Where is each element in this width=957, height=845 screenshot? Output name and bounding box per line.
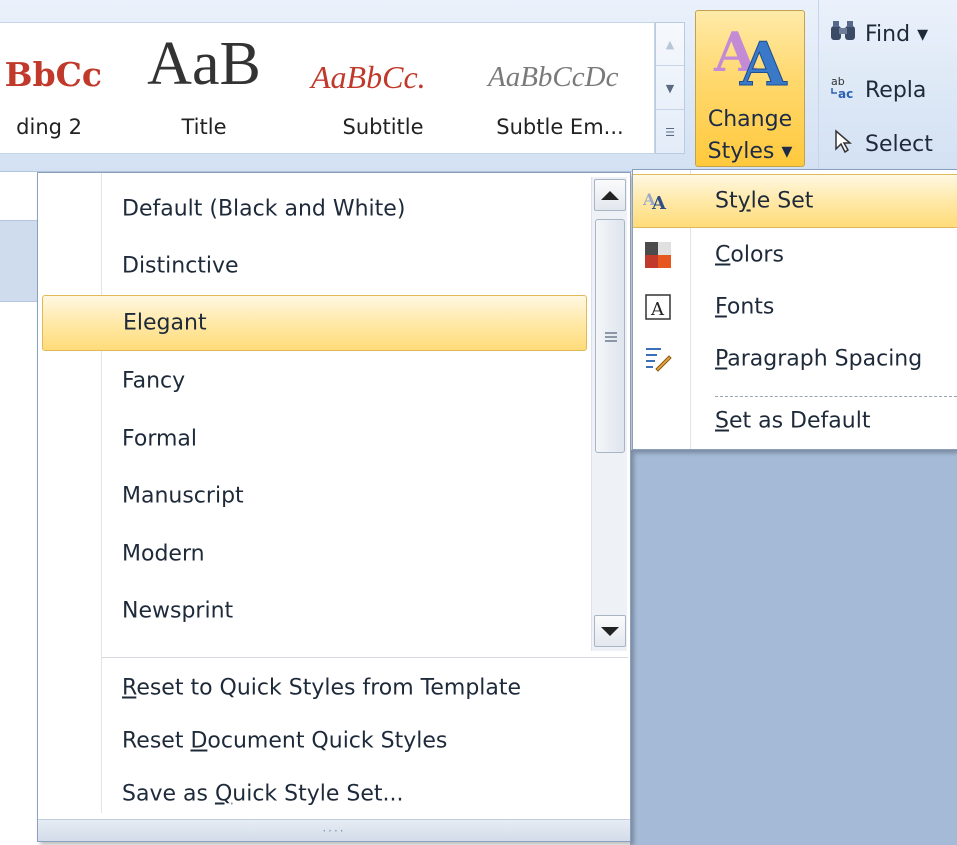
style-set-menu: Default (Black and White) Distinctive El… bbox=[37, 172, 631, 842]
binoculars-icon bbox=[829, 20, 857, 48]
editing-group: Find ▾ ab ac Repla Select bbox=[818, 0, 957, 170]
menu-item-label: Distinctive bbox=[122, 253, 239, 279]
find-button[interactable]: Find ▾ bbox=[829, 14, 928, 54]
change-styles-button[interactable]: A A Change Styles ▾ bbox=[695, 10, 805, 167]
menu-action-label: Save as Quick Style Set... bbox=[122, 781, 404, 807]
select-label: Select bbox=[865, 131, 933, 157]
replace-label: Repla bbox=[865, 77, 927, 103]
menu-item-fancy[interactable]: Fancy bbox=[42, 353, 587, 409]
style-sample: AaB bbox=[147, 30, 261, 98]
menu-action-reset-template[interactable]: Reset to Quick Styles from Template bbox=[42, 663, 627, 713]
cursor-arrow-icon bbox=[829, 129, 857, 159]
menu-item-label: Manuscript bbox=[122, 483, 244, 509]
change-styles-submenu: AA Style Set Colors A Fonts Paragraph Sp… bbox=[632, 169, 957, 450]
submenu-item-set-as-default[interactable]: Set as Default bbox=[633, 394, 957, 448]
chevron-down-icon: ▼ bbox=[665, 81, 675, 95]
change-styles-label-2: Styles ▾ bbox=[707, 139, 793, 164]
menu-item-label: Formal bbox=[122, 426, 198, 452]
menu-item-label: Modern bbox=[122, 541, 205, 567]
submenu-item-paragraph-spacing[interactable]: Paragraph Spacing bbox=[633, 332, 957, 386]
style-caption: Title bbox=[181, 115, 227, 139]
svg-text:A: A bbox=[739, 30, 788, 100]
submenu-item-label: Fonts bbox=[715, 294, 775, 320]
quick-styles-gallery: BbCc ding 2 AaB Title AaBbCc. Subtitle A… bbox=[0, 22, 655, 154]
style-tile-subtitle[interactable]: AaBbCc. Subtitle bbox=[303, 29, 463, 149]
style-caption: ding 2 bbox=[16, 115, 82, 139]
menu-item-elegant[interactable]: Elegant bbox=[42, 295, 587, 351]
select-button[interactable]: Select bbox=[829, 124, 933, 164]
svg-text:A: A bbox=[651, 193, 667, 213]
arrow-up-icon bbox=[601, 190, 619, 200]
menu-action-reset-document[interactable]: Reset Document Quick Styles bbox=[42, 716, 627, 766]
change-styles-label: Change bbox=[707, 107, 793, 132]
submenu-item-colors[interactable]: Colors bbox=[633, 228, 957, 282]
gallery-scroll: ▲ ▼ ☰ bbox=[655, 22, 685, 154]
find-label: Find ▾ bbox=[865, 21, 929, 47]
menu-item-formal[interactable]: Formal bbox=[42, 411, 587, 467]
workspace-background bbox=[630, 450, 957, 845]
svg-text:A: A bbox=[650, 299, 665, 320]
chevron-up-icon: ▲ bbox=[665, 37, 675, 51]
menu-item-modern[interactable]: Modern bbox=[42, 526, 587, 582]
resize-dots-icon: ···· bbox=[322, 823, 346, 838]
gallery-scroll-down-button[interactable]: ▼ bbox=[656, 67, 684, 110]
arrow-down-icon bbox=[601, 626, 619, 636]
menu-scrollbar[interactable] bbox=[591, 177, 627, 651]
colors-icon bbox=[641, 238, 675, 272]
style-caption: Subtle Em... bbox=[496, 115, 624, 139]
menu-item-label: Newsprint bbox=[122, 598, 234, 624]
style-caption: Subtitle bbox=[342, 115, 424, 139]
scroll-thumb[interactable] bbox=[595, 219, 625, 453]
menu-action-save-style-set[interactable]: Save as Quick Style Set... bbox=[42, 769, 627, 819]
menu-action-label: Reset to Quick Styles from Template bbox=[122, 675, 522, 701]
scroll-down-button[interactable] bbox=[594, 615, 626, 647]
menu-item-label: Elegant bbox=[123, 310, 207, 336]
menu-item-label: Default (Black and White) bbox=[122, 196, 406, 222]
submenu-item-style-set[interactable]: AA Style Set bbox=[633, 174, 957, 228]
grip-icon bbox=[605, 332, 617, 342]
replace-button[interactable]: ab ac Repla bbox=[829, 70, 926, 110]
change-styles-icon: A A bbox=[713, 20, 789, 101]
menu-item-default[interactable]: Default (Black and White) bbox=[42, 181, 587, 237]
ribbon: BbCc ding 2 AaB Title AaBbCc. Subtitle A… bbox=[0, 0, 957, 172]
scroll-up-button[interactable] bbox=[594, 179, 626, 211]
ruler bbox=[0, 220, 40, 302]
menu-separator bbox=[102, 657, 628, 658]
paragraph-spacing-icon bbox=[641, 342, 675, 376]
submenu-item-label: Set as Default bbox=[715, 408, 871, 434]
submenu-item-label: Colors bbox=[715, 242, 784, 268]
svg-text:ac: ac bbox=[838, 87, 853, 100]
gallery-more-button[interactable]: ☰ bbox=[656, 111, 684, 154]
submenu-item-fonts[interactable]: A Fonts bbox=[633, 280, 957, 334]
style-set-icon: AA bbox=[641, 184, 675, 218]
menu-item-newsprint[interactable]: Newsprint bbox=[42, 583, 587, 639]
style-tile-title[interactable]: AaB Title bbox=[124, 29, 284, 149]
menu-resize-grip[interactable]: ···· bbox=[38, 819, 630, 841]
submenu-item-label: Style Set bbox=[715, 188, 814, 214]
style-tile-subtle-emphasis[interactable]: AaBbCcDc Subtle Em... bbox=[480, 29, 640, 149]
menu-item-distinctive[interactable]: Distinctive bbox=[42, 238, 587, 294]
submenu-item-label: Paragraph Spacing bbox=[715, 346, 923, 372]
replace-icon: ab ac bbox=[829, 74, 857, 106]
gallery-scroll-up-button[interactable]: ▲ bbox=[656, 23, 684, 66]
style-tile-heading-2[interactable]: BbCc ding 2 bbox=[0, 29, 112, 149]
more-icon: ☰ bbox=[665, 126, 675, 139]
menu-item-label: Fancy bbox=[122, 368, 186, 394]
menu-action-label: Reset Document Quick Styles bbox=[122, 728, 448, 754]
menu-item-manuscript[interactable]: Manuscript bbox=[42, 468, 587, 524]
fonts-icon: A bbox=[641, 290, 675, 324]
